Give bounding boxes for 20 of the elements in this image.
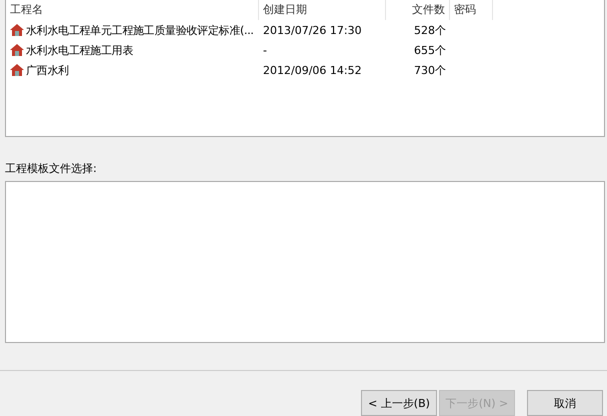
project-name[interactable]: 水利水电工程施工用表 bbox=[26, 42, 134, 58]
created-date: 2013/07/26 17:30 bbox=[262, 24, 363, 36]
house-icon bbox=[10, 44, 24, 56]
file-count: 655个 bbox=[413, 42, 447, 58]
column-header[interactable]: 密码 bbox=[450, 0, 493, 20]
created-date: 2012/09/06 14:52 bbox=[262, 64, 363, 76]
wizard-button[interactable]: 取消 bbox=[527, 390, 603, 416]
file-count: 528个 bbox=[413, 22, 447, 38]
column-header[interactable]: 创建日期 bbox=[259, 0, 386, 20]
column-header[interactable]: 文件数 bbox=[386, 0, 450, 20]
project-name[interactable]: 广西水利 bbox=[26, 62, 69, 78]
template-list[interactable] bbox=[5, 181, 605, 343]
column-header[interactable]: 工程名 bbox=[6, 0, 259, 20]
created-date: - bbox=[262, 44, 268, 56]
house-icon bbox=[10, 64, 24, 76]
house-icon bbox=[10, 24, 24, 36]
file-count: 730个 bbox=[413, 62, 447, 78]
wizard-button[interactable]: < 上一步(B) bbox=[361, 390, 437, 416]
project-name[interactable]: 水利水电工程单元工程施工质量验收评定标准(... bbox=[26, 22, 254, 38]
template-label: 工程模板文件选择: bbox=[5, 161, 98, 175]
